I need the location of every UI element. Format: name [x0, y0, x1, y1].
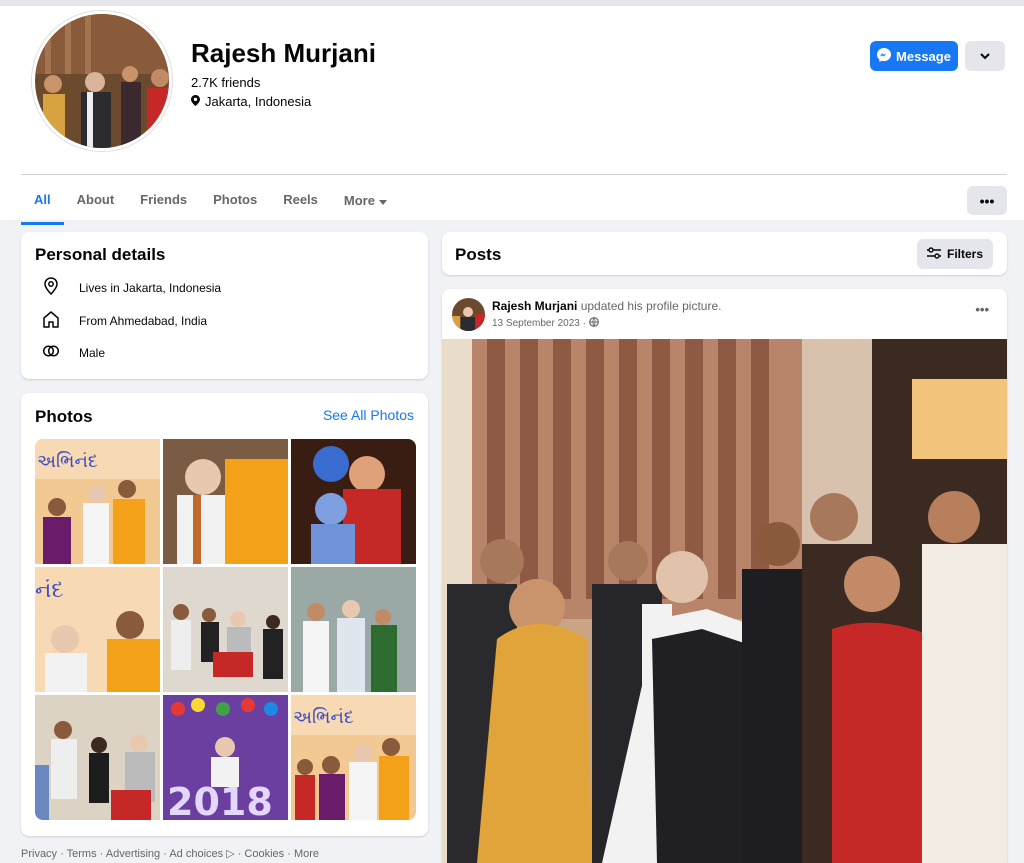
message-button-label: Message: [896, 48, 951, 64]
photo-thumbnail[interactable]: [35, 695, 160, 820]
friends-count[interactable]: 2.7K friends: [191, 75, 260, 90]
svg-text:નંદ: નંદ: [35, 578, 64, 603]
sliders-icon: [926, 246, 941, 262]
post-action-text: updated his profile picture.: [580, 299, 722, 313]
photo-thumbnail[interactable]: નંદ: [35, 567, 160, 692]
tab-more[interactable]: More: [331, 176, 400, 225]
photo-thumbnail[interactable]: [163, 439, 288, 564]
filters-button[interactable]: Filters: [916, 239, 993, 269]
photo-thumbnail[interactable]: [291, 439, 416, 564]
detail-from: From Ahmedabad, India: [41, 309, 207, 332]
photos-card: Photos See All Photos અભિનંદ નંદ 2018 અભ…: [21, 393, 428, 836]
profile-location: Jakarta, Indonesia: [191, 94, 311, 109]
tab-friends[interactable]: Friends: [127, 176, 200, 225]
post-meta: 13 September 2023 ·: [492, 317, 599, 330]
post-options-button[interactable]: •••: [975, 302, 989, 317]
location-pin-icon: [191, 94, 200, 109]
posts-title: Posts: [455, 245, 502, 264]
location-pin-icon: [41, 276, 61, 299]
tab-photos[interactable]: Photos: [200, 176, 270, 225]
messenger-icon: [877, 47, 892, 65]
header-divider: [21, 174, 1007, 175]
ellipsis-icon: •••: [975, 302, 989, 317]
photo-thumbnail[interactable]: [291, 567, 416, 692]
post-author-avatar[interactable]: [452, 298, 485, 331]
footer-links[interactable]: Privacy · Terms · Advertising · Ad choic…: [21, 847, 319, 860]
tab-more-label: More: [343, 193, 375, 208]
see-all-photos-link[interactable]: See All Photos: [323, 407, 414, 423]
photo-thumbnail[interactable]: અભિનંદ: [291, 695, 416, 820]
profile-header: Rajesh Murjani 2.7K friends Jakarta, Ind…: [0, 0, 1024, 225]
post-header-text: Rajesh Murjani updated his profile pictu…: [492, 299, 721, 313]
location-text: Jakarta, Indonesia: [205, 94, 312, 109]
svg-text:2018: 2018: [167, 780, 273, 820]
post-photo[interactable]: [442, 339, 1007, 863]
home-icon: [41, 309, 61, 332]
post-author-name[interactable]: Rajesh Murjani: [492, 299, 577, 313]
profile-name: Rajesh Murjani: [191, 38, 376, 68]
photos-grid: અભિનંદ નંદ 2018 અભિનંદ: [35, 439, 416, 820]
photos-title: Photos: [35, 407, 93, 426]
detail-gender: Male: [41, 341, 105, 364]
detail-lives-in-text: Lives in Jakarta, Indonesia: [79, 280, 222, 295]
detail-from-text: From Ahmedabad, India: [79, 313, 208, 328]
post-date[interactable]: 13 September 2023 ·: [492, 318, 586, 329]
profile-avatar[interactable]: [32, 11, 172, 151]
personal-details-title: Personal details: [35, 245, 166, 264]
detail-gender-text: Male: [79, 345, 106, 360]
post-card: Rajesh Murjani updated his profile pictu…: [442, 289, 1007, 863]
tab-reels[interactable]: Reels: [270, 176, 331, 225]
more-options-button[interactable]: •••: [967, 186, 1007, 215]
ellipsis-icon: •••: [979, 192, 995, 209]
photo-thumbnail[interactable]: [163, 567, 288, 692]
tab-about[interactable]: About: [64, 176, 128, 225]
svg-text:અભિનંદ: અભિનંદ: [293, 707, 354, 728]
tab-all[interactable]: All: [21, 176, 64, 225]
profile-tabs: All About Friends Photos Reels More: [21, 176, 400, 225]
globe-icon: [589, 317, 599, 330]
filters-label: Filters: [946, 247, 983, 261]
caret-down-icon: [378, 177, 387, 224]
chevron-down-icon: [980, 47, 990, 65]
personal-details-card: Personal details Lives in Jakarta, Indon…: [21, 232, 428, 379]
profile-options-dropdown-button[interactable]: [965, 41, 1005, 71]
message-button[interactable]: Message: [870, 41, 958, 71]
gender-icon: [41, 341, 61, 364]
detail-lives-in: Lives in Jakarta, Indonesia: [41, 276, 221, 299]
svg-text:અભિનંદ: અભિનંદ: [37, 451, 98, 472]
photo-thumbnail[interactable]: 2018: [163, 695, 288, 820]
photo-thumbnail[interactable]: અભિનંદ: [35, 439, 160, 564]
posts-header-card: Posts Filters: [442, 232, 1007, 275]
